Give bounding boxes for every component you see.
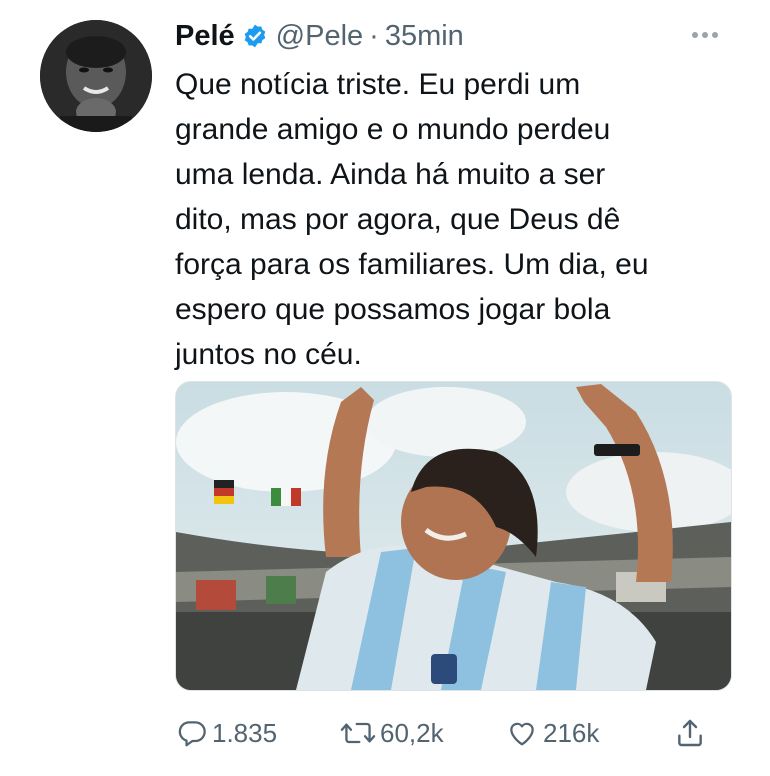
more-dot	[692, 32, 698, 38]
tweet-card: Pelé @Pele · 35min Que notícia triste. E…	[0, 0, 770, 776]
photo-maradona	[176, 382, 731, 690]
tweet-media-photo[interactable]	[175, 381, 732, 691]
more-options-icon[interactable]	[692, 32, 718, 38]
tweet-text: Que notícia triste. Eu perdi um grande a…	[175, 68, 649, 371]
tweet-timestamp[interactable]: 35min	[385, 18, 464, 54]
avatar-photo	[40, 20, 152, 132]
retweet-icon	[340, 717, 376, 749]
retweet-button[interactable]: 60,2k	[340, 710, 444, 756]
like-button[interactable]: 216k	[505, 710, 599, 756]
like-icon	[505, 717, 539, 749]
retweet-count: 60,2k	[380, 717, 444, 748]
reply-icon	[176, 717, 208, 749]
separator-dot: ·	[369, 20, 379, 52]
tweet-header: Pelé @Pele · 35min	[175, 18, 464, 54]
like-count: 216k	[543, 717, 600, 748]
tweet-actions: 1.835 60,2k 216k	[0, 710, 770, 760]
reply-button[interactable]: 1.835	[176, 710, 277, 756]
avatar[interactable]	[40, 20, 152, 132]
more-dot	[712, 32, 718, 38]
author-name[interactable]: Pelé	[175, 18, 235, 54]
more-dot	[702, 32, 708, 38]
share-icon	[674, 717, 706, 749]
reply-count: 1.835	[212, 717, 278, 748]
author-handle[interactable]: @Pele	[276, 18, 363, 54]
verified-badge-icon	[242, 23, 268, 49]
share-button[interactable]	[674, 710, 706, 756]
